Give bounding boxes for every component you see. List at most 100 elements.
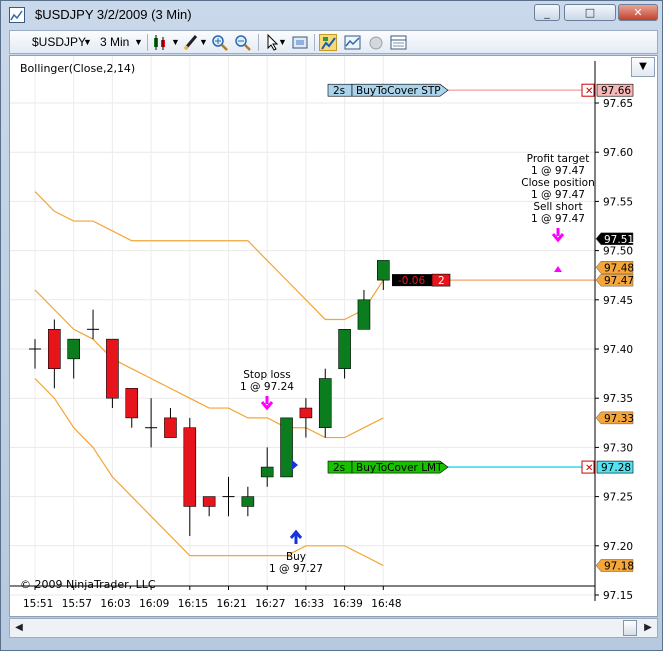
entry-marker-icon: [292, 460, 298, 470]
time-tick-label: 16:09: [139, 598, 169, 610]
price-tick-label: 97.50: [603, 246, 633, 258]
scroll-left-icon[interactable]: ◀: [12, 621, 26, 635]
cancel-order-glyph: ✕: [585, 86, 593, 97]
candle-body: [48, 329, 61, 369]
scroll-thumb[interactable]: [623, 620, 637, 636]
price-tick-label: 97.55: [603, 196, 633, 208]
data-box-icon[interactable]: [390, 34, 408, 51]
chevron-down-icon[interactable]: ▼: [199, 34, 208, 50]
time-tick-label: 16:03: [100, 598, 130, 610]
time-tick-label: 16:15: [178, 598, 208, 610]
chart-grid: [10, 56, 595, 596]
sell-short-arrow-icon: [551, 228, 565, 243]
limit-order-qty: 2s: [333, 462, 345, 474]
price-tick-label: 97.15: [603, 590, 633, 602]
candle-body: [260, 466, 274, 478]
candle-body: [67, 338, 81, 360]
stop-loss-annotation: Stop loss: [243, 369, 291, 381]
pnl-value: -0.06: [398, 275, 425, 287]
stop-order-qty: 2s: [333, 85, 345, 97]
stop-order-label: BuyToCover STP: [356, 85, 441, 97]
price-badge-label: 97.47: [604, 275, 634, 287]
time-tick-label: 16:39: [333, 598, 363, 610]
chart-menu-button[interactable]: ▼: [631, 57, 655, 77]
price-chart[interactable]: 2s BuyToCover STP ✕ 97.662s BuyToCover LMT ✕ 9…: [10, 56, 657, 616]
stop-order-price: 97.66: [601, 85, 631, 97]
time-tick-label: 15:57: [62, 598, 92, 610]
candlestick-style-icon[interactable]: [152, 34, 170, 51]
price-badge-label: 97.18: [604, 560, 634, 572]
exit-annotation: Profit target: [527, 153, 590, 165]
indicators-icon[interactable]: [344, 34, 362, 51]
candle-body: [125, 388, 139, 419]
candle-body: [202, 496, 216, 507]
minimize-button[interactable]: _: [534, 4, 560, 21]
instrument-selector[interactable]: $USDJPY: [32, 34, 86, 50]
zoom-out-icon[interactable]: [234, 34, 252, 51]
zoom-in-icon[interactable]: [211, 34, 229, 51]
chevron-down-icon[interactable]: ▼: [83, 34, 92, 50]
copyright-label: © 2009 NinjaTrader, LLC: [20, 578, 156, 591]
time-tick-label: 16:48: [371, 598, 401, 610]
chevron-down-icon[interactable]: ▼: [278, 34, 287, 50]
time-tick-label: 15:51: [23, 598, 53, 610]
price-tick-label: 97.60: [603, 147, 633, 159]
chevron-down-icon[interactable]: ▼: [171, 34, 180, 50]
exit-annotation: Sell short: [533, 201, 582, 213]
exit-annotation: 1 @ 97.47: [531, 189, 585, 201]
scroll-right-icon[interactable]: ▶: [641, 621, 655, 635]
candle-body: [376, 260, 390, 281]
time-tick-label: 16:33: [294, 598, 324, 610]
position-qty: 2: [438, 275, 445, 287]
chart-window: $USDJPY 3/2/2009 (3 Min) _ □ ✕ $USDJPY ▼…: [0, 0, 663, 651]
chart-toolbar: $USDJPY ▼ 3 Min ▼ ▼ ▼ ▼: [9, 30, 658, 54]
candle-body: [357, 299, 371, 330]
stop-loss-annotation: 1 @ 97.24: [240, 381, 294, 393]
time-tick-label: 16:27: [255, 598, 285, 610]
candle-body: [318, 378, 332, 429]
close-button[interactable]: ✕: [618, 4, 658, 21]
candle-body: [338, 329, 351, 369]
chart-app-icon: [9, 7, 25, 23]
price-tick-label: 97.25: [603, 492, 633, 504]
draw-tool-icon[interactable]: [182, 34, 200, 51]
chart-panel[interactable]: 2s BuyToCover STP ✕ 97.66 2s BuyToCover LMT ✕ 9…: [9, 55, 658, 617]
price-badge-label: 97.51: [604, 234, 634, 246]
toolbar-divider: [258, 34, 259, 51]
exit-annotation: Close position: [521, 177, 595, 189]
candle-body: [299, 407, 313, 419]
candle-body: [164, 417, 177, 438]
price-tick-label: 97.65: [603, 98, 633, 110]
toolbar-divider: [314, 34, 315, 51]
price-tick-label: 97.20: [603, 541, 633, 553]
horizontal-scrollbar[interactable]: ◀ ▶: [9, 618, 658, 638]
cancel-order-glyph: ✕: [585, 463, 593, 474]
candle-body: [106, 338, 119, 399]
candle-body: [183, 427, 197, 507]
title-bar[interactable]: $USDJPY 3/2/2009 (3 Min) _ □ ✕: [1, 1, 662, 27]
price-tick-label: 97.30: [603, 442, 633, 454]
buy-arrow-icon: [289, 529, 303, 544]
strategy-icon[interactable]: [367, 34, 385, 51]
maximize-button[interactable]: □: [564, 4, 616, 21]
exit-annotation: 1 @ 97.47: [531, 165, 585, 177]
price-tick-label: 97.40: [603, 344, 633, 356]
toolbar-divider: [147, 34, 148, 51]
exit-annotation: 1 @ 97.47: [531, 213, 585, 225]
buy-annotation: 1 @ 97.27: [269, 563, 323, 575]
price-tick-label: 97.35: [603, 393, 633, 405]
interval-selector[interactable]: 3 Min: [100, 34, 129, 50]
price-tick-label: 97.45: [603, 295, 633, 307]
exit-marker-icon: [554, 266, 562, 272]
snapshot-icon[interactable]: [291, 34, 309, 51]
trade-markers: Stop loss1 @ 97.24 Buy1 @ 97.27 Profit tar…: [240, 153, 595, 575]
chart-trader-icon[interactable]: [319, 34, 337, 51]
price-badge-label: 97.33: [604, 413, 634, 425]
time-tick-label: 16:21: [217, 598, 247, 610]
candle-body: [280, 417, 293, 478]
buy-annotation: Buy: [286, 551, 306, 563]
indicator-label: Bollinger(Close,2,14): [20, 62, 135, 75]
chevron-down-icon[interactable]: ▼: [134, 34, 143, 50]
window-title: $USDJPY 3/2/2009 (3 Min): [35, 7, 192, 22]
limit-order-price: 97.28: [601, 462, 631, 474]
